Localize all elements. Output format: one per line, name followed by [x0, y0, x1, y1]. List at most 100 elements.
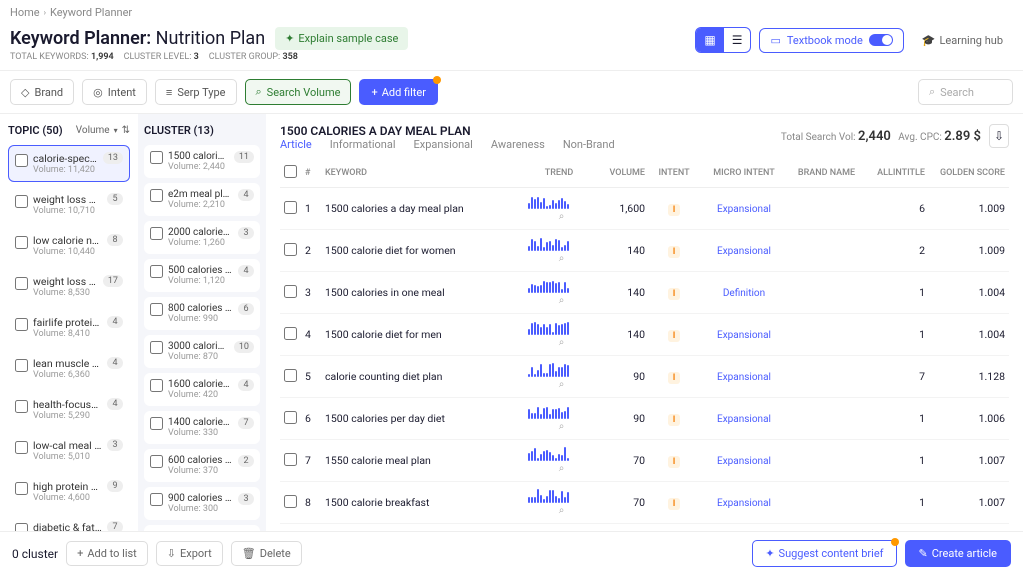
row-checkbox[interactable] [284, 243, 297, 256]
table-row[interactable]: 41500 calorie diet for men⌕140IExpansion… [280, 314, 1009, 356]
topic-item[interactable]: calorie-specific meal pl…Volume: 11,4201… [8, 145, 130, 182]
filter-volume[interactable]: ⌕Search Volume [245, 79, 352, 105]
search-icon[interactable]: ⌕ [559, 211, 565, 222]
cluster-checkbox[interactable] [150, 265, 163, 278]
tab-awareness[interactable]: Awareness [491, 138, 545, 151]
search-input[interactable]: ⌕Search [918, 79, 1013, 105]
create-article-button[interactable]: ✎Create article [905, 540, 1012, 567]
sort-icon[interactable]: ⇅ [122, 125, 130, 136]
list-view-icon[interactable]: ☰ [724, 28, 751, 52]
tab-article[interactable]: Article [280, 138, 312, 151]
topic-checkbox[interactable] [15, 482, 28, 495]
export-button[interactable]: ⇩Export [156, 541, 223, 566]
cluster-checkbox[interactable] [150, 493, 163, 506]
cluster-item[interactable]: 1600 calories a day …Volume: 4204 [144, 373, 260, 406]
search-icon[interactable]: ⌕ [559, 463, 565, 474]
cluster-checkbox[interactable] [150, 341, 163, 354]
cluster-checkbox[interactable] [150, 189, 163, 202]
search-icon[interactable]: ⌕ [559, 421, 565, 432]
topic-item[interactable]: fairlife protein shakeVolume: 8,4104 [8, 309, 130, 346]
suggest-brief-button[interactable]: ✦Suggest content brief [752, 540, 896, 567]
row-checkbox[interactable] [284, 201, 297, 214]
cluster-item[interactable]: 600 calories a day m…Volume: 3702 [144, 449, 260, 482]
brand-cell [789, 188, 864, 230]
tab-non-brand[interactable]: Non-Brand [563, 138, 615, 151]
topic-item[interactable]: lean muscle dietVolume: 6,3604 [8, 350, 130, 387]
topic-volume: Volume: 8,530 [33, 288, 98, 298]
topic-item[interactable]: weight loss meal planVolume: 8,53017 [8, 268, 130, 305]
cluster-checkbox[interactable] [150, 455, 163, 468]
search-icon[interactable]: ⌕ [559, 253, 565, 264]
topic-checkbox[interactable] [15, 154, 28, 167]
topic-checkbox[interactable] [15, 359, 28, 372]
cluster-checkbox[interactable] [150, 151, 163, 164]
tab-expansional[interactable]: Expansional [414, 138, 473, 151]
plus-icon: + [371, 86, 377, 99]
keyword-table: # KEYWORD TREND VOLUME INTENT MICRO INTE… [280, 159, 1009, 574]
topic-checkbox[interactable] [15, 236, 28, 249]
sort-dropdown[interactable]: Volume ▾ ⇅ [76, 125, 130, 136]
cluster-item[interactable]: 800 calories a day m…Volume: 9906 [144, 297, 260, 330]
view-toggle[interactable]: ▦ ☰ [695, 27, 751, 53]
topic-checkbox[interactable] [15, 277, 28, 290]
cluster-item[interactable]: 900 calories a day m…Volume: 3003 [144, 487, 260, 520]
topic-checkbox[interactable] [15, 195, 28, 208]
topic-item[interactable]: low calorie nutritionVolume: 10,4408 [8, 227, 130, 264]
topic-item[interactable]: high protein meal plansVolume: 4,6009 [8, 473, 130, 510]
cluster-item[interactable]: 3000 calories a day …Volume: 87010 [144, 335, 260, 368]
graduation-icon: 🎓 [922, 34, 936, 47]
golden-cell: 1.009 [929, 188, 1009, 230]
cluster-checkbox[interactable] [150, 417, 163, 430]
filter-intent[interactable]: ◎Intent [82, 79, 147, 105]
tab-informational[interactable]: Informational [330, 138, 396, 151]
cluster-checkbox[interactable] [150, 227, 163, 240]
cluster-checkbox[interactable] [150, 303, 163, 316]
table-row[interactable]: 71550 calorie meal plan⌕70IExpansional11… [280, 440, 1009, 482]
search-icon[interactable]: ⌕ [559, 295, 565, 306]
table-row[interactable]: 61500 calories per day diet⌕90IExpansion… [280, 398, 1009, 440]
row-checkbox[interactable] [284, 411, 297, 424]
topic-item[interactable]: weight loss & muscleVolume: 10,7105 [8, 186, 130, 223]
golden-cell: 1.004 [929, 314, 1009, 356]
topic-checkbox[interactable] [15, 318, 28, 331]
cluster-item[interactable]: e2m meal planVolume: 2,2104 [144, 183, 260, 216]
cluster-item[interactable]: 500 calories a day m…Volume: 1,1204 [144, 259, 260, 292]
explain-button[interactable]: ✦Explain sample case [275, 27, 408, 50]
filter-brand[interactable]: ◇Brand [10, 79, 74, 105]
table-row[interactable]: 81500 calorie breakfast⌕70IExpansional11… [280, 482, 1009, 524]
cluster-item[interactable]: 1500 calories a day …Volume: 2,44011 [144, 145, 260, 178]
topic-name: low-cal meal plan [33, 439, 102, 452]
cluster-item[interactable]: 2000 calories a day …Volume: 1,2603 [144, 221, 260, 254]
grid-view-icon[interactable]: ▦ [696, 28, 723, 52]
table-row[interactable]: 11500 calories a day meal plan⌕1,600IExp… [280, 188, 1009, 230]
select-all-checkbox[interactable] [284, 165, 297, 178]
search-icon[interactable]: ⌕ [559, 505, 565, 516]
search-icon[interactable]: ⌕ [559, 379, 565, 390]
cluster-checkbox[interactable] [150, 379, 163, 392]
breadcrumb-home[interactable]: Home [10, 6, 40, 19]
search-icon[interactable]: ⌕ [559, 337, 565, 348]
trend-sparkline [528, 363, 590, 377]
table-row[interactable]: 21500 calorie diet for women⌕140IExpansi… [280, 230, 1009, 272]
topic-item[interactable]: health-focused meal pla…Volume: 5,2904 [8, 391, 130, 428]
row-checkbox[interactable] [284, 285, 297, 298]
toggle-switch[interactable] [869, 34, 893, 46]
topic-item[interactable]: low-cal meal planVolume: 5,0103 [8, 432, 130, 469]
cluster-item[interactable]: 1400 calories a day …Volume: 3307 [144, 411, 260, 444]
export-icon[interactable]: ⇩ [989, 124, 1009, 148]
row-checkbox[interactable] [284, 327, 297, 340]
add-to-list-button[interactable]: +Add to list [66, 541, 148, 566]
add-filter-button[interactable]: +Add filter [359, 79, 438, 105]
topic-checkbox[interactable] [15, 400, 28, 413]
table-row[interactable]: 5calorie counting diet plan⌕90IExpansion… [280, 356, 1009, 398]
delete-button[interactable]: 🗑Delete [231, 541, 302, 566]
table-row[interactable]: 31500 calories in one meal⌕140IDefinitio… [280, 272, 1009, 314]
filter-serp[interactable]: ≡Serp Type [155, 79, 237, 105]
learning-hub[interactable]: 🎓 Learning hub [912, 29, 1013, 52]
row-checkbox[interactable] [284, 453, 297, 466]
count-badge: 3 [238, 493, 254, 505]
row-checkbox[interactable] [284, 369, 297, 382]
topic-checkbox[interactable] [15, 441, 28, 454]
textbook-mode[interactable]: ▭ Textbook mode [759, 28, 903, 53]
row-checkbox[interactable] [284, 495, 297, 508]
